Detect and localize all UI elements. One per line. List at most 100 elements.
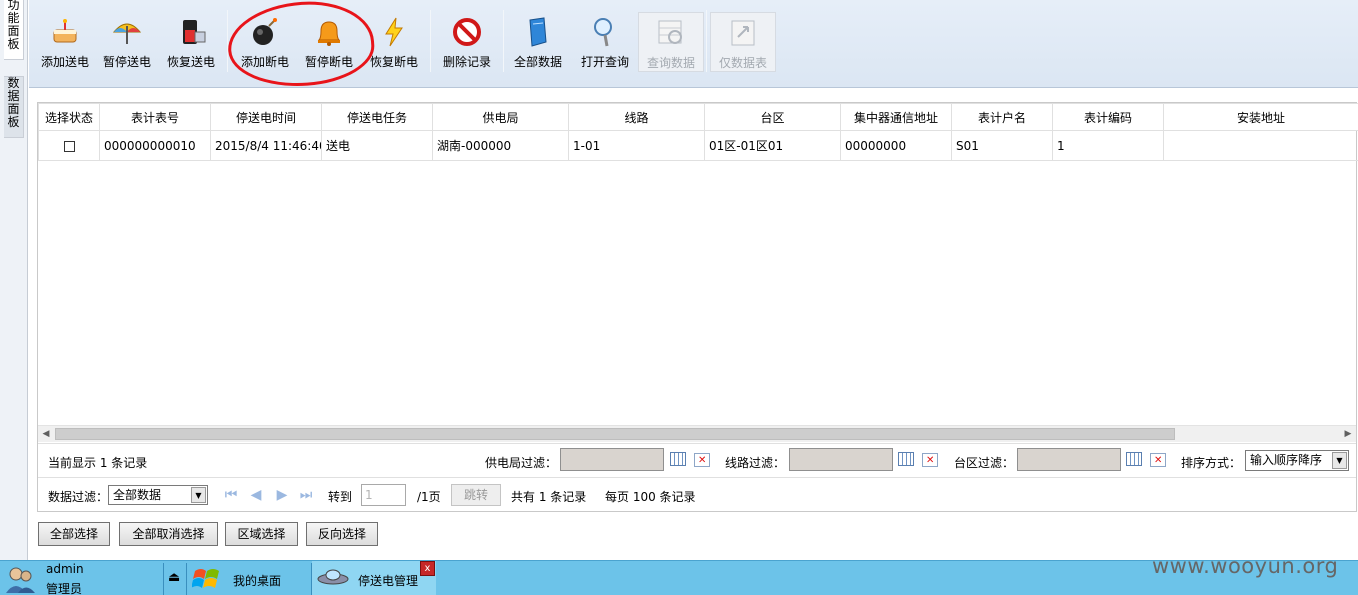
column-header[interactable]: 供电局 [432,103,569,131]
total-pages-text: /1页 [417,490,441,504]
select-all-button[interactable]: 全部选择 [38,522,110,546]
column-header[interactable]: 台区 [704,103,841,131]
table-cell: S01 [951,130,1053,161]
no-entry-icon [451,16,483,48]
add-power-cut-button[interactable]: 添加断电 [232,12,298,72]
tab-function-panel[interactable]: 功能面板 [4,0,24,60]
data-filter-label: 数据过滤： [48,490,109,504]
column-header[interactable]: 停送电任务 [321,103,433,131]
tab-data-panel[interactable]: 数据面板 [4,76,24,138]
scrollbar-thumb[interactable] [55,428,1175,440]
calendar-icon[interactable] [898,452,914,466]
first-page-icon[interactable]: ⏮ [223,487,239,503]
per-page-text: 每页 100 条记录 [605,490,696,504]
pause-power-supply-label: 暂停送电 [102,55,151,69]
clear-icon[interactable] [1150,453,1166,467]
calendar-icon[interactable] [670,452,686,466]
clear-icon[interactable] [694,453,710,467]
toolbar: 添加送电 暂停送电 恢复送电 添加断电 暂停断电 恢复断电 删除记录 全部数据 … [29,0,1358,88]
side-tab-strip: 功能面板 数据面板 [0,0,28,560]
data-filter-select[interactable]: 全部数据 ▼ [108,485,208,505]
invert-selection-button[interactable]: 反向选择 [306,522,378,546]
ufo-icon [317,569,349,585]
taskbar-divider [186,563,187,595]
column-header[interactable]: 安装地址 [1163,103,1358,131]
pause-power-cut-label: 暂停断电 [304,55,353,69]
table-cell: 湖南-000000 [432,130,569,161]
data-grid-panel: 选择状态 表计表号 停送电时间 停送电任务 供电局 线路 台区 集中器通信地址 … [37,102,1358,512]
chevron-down-icon: ▼ [1332,452,1347,469]
row-select-checkbox[interactable] [63,140,75,152]
column-header[interactable]: 表计表号 [99,103,211,131]
close-icon[interactable]: x [420,561,435,576]
eject-icon[interactable]: ⏏ [168,570,180,585]
calendar-icon[interactable] [1126,452,1142,466]
query-data-button[interactable]: 查询数据 [638,12,704,72]
cake-icon [49,16,81,48]
goto-label: 转到 [328,490,353,504]
column-header[interactable]: 停送电时间 [210,103,322,131]
column-header[interactable]: 线路 [568,103,705,131]
column-header[interactable]: 表计户名 [951,103,1053,131]
line-filter-input[interactable] [789,448,893,471]
sort-label: 排序方式： [1181,456,1242,470]
scroll-left-arrow-icon[interactable]: ◀ [40,428,52,440]
taskbar-power-management-label: 停送电管理 [358,574,419,588]
column-header[interactable]: 选择状态 [38,103,100,131]
next-page-icon[interactable]: ▶ [274,487,290,503]
lightning-icon [378,16,410,48]
pause-power-cut-button[interactable]: 暂停断电 [296,12,362,72]
horizontal-scrollbar[interactable]: ◀ ▶ [38,425,1356,442]
add-power-supply-label: 添加送电 [40,55,89,69]
taskbar-power-management[interactable]: 停送电管理 x [312,561,436,595]
previous-page-icon[interactable]: ◀ [248,487,264,503]
data-table: 选择状态 表计表号 停送电时间 停送电任务 供电局 线路 台区 集中器通信地址 … [38,103,1358,161]
resume-power-cut-button[interactable]: 恢复断电 [361,12,427,72]
sort-select-value: 输入顺序降序 [1250,453,1323,467]
watermark: www.wooyun.org [1152,554,1339,578]
bureau-filter-input[interactable] [560,448,664,471]
table-header-row: 选择状态 表计表号 停送电时间 停送电任务 供电局 线路 台区 集中器通信地址 … [38,103,1358,131]
scroll-right-arrow-icon[interactable]: ▶ [1342,428,1354,440]
row-select-cell [38,130,100,161]
add-power-supply-button[interactable]: 添加送电 [32,12,98,72]
sort-select[interactable]: 输入顺序降序 ▼ [1245,450,1349,471]
jump-button[interactable]: 跳转 [451,484,501,506]
username: admin [46,562,84,576]
toolbar-separator [503,10,504,72]
pager-bar: 数据过滤： 全部数据 ▼ ⏮ ◀ ▶ ⏭ 转到 1 /1页 跳转 共有 1 条记… [38,477,1356,512]
line-filter-label: 线路过滤： [725,456,786,470]
magnifier-icon [589,16,621,48]
toolbar-separator [227,10,228,72]
delete-record-button[interactable]: 删除记录 [434,12,500,72]
data-filter-select-value: 全部数据 [113,488,162,502]
resume-power-supply-button[interactable]: 恢复送电 [158,12,224,72]
chevron-down-icon: ▼ [191,487,206,503]
pause-power-supply-button[interactable]: 暂停送电 [94,12,160,72]
table-cell: 送电 [321,130,433,161]
user-avatar [4,561,40,595]
toolbar-separator [706,10,707,72]
clear-icon[interactable] [922,453,938,467]
table-cell: 1 [1052,130,1164,161]
area-select-button[interactable]: 区域选择 [225,522,298,546]
area-filter-label: 台区过滤： [954,456,1015,470]
add-power-cut-label: 添加断电 [240,55,289,69]
column-header[interactable]: 表计编码 [1052,103,1164,131]
battery-icon [175,16,207,48]
resume-power-supply-label: 恢复送电 [166,55,215,69]
tab-data-panel-label: 数据面板 [7,76,20,129]
bureau-filter-label: 供电局过滤： [485,456,558,470]
all-data-button[interactable]: 全部数据 [505,12,571,72]
page-number-input[interactable]: 1 [361,484,406,506]
table-row[interactable]: 000000000010 2015/8/4 11:46:40 送电 湖南-000… [38,130,1358,161]
open-query-button[interactable]: 打开查询 [572,12,638,72]
filter-bar: 当前显示 1 条记录 供电局过滤： 线路过滤： 台区过滤： 排序方式： 输入顺序… [38,443,1356,477]
data-table-icon [727,17,759,49]
column-header[interactable]: 集中器通信地址 [840,103,952,131]
last-page-icon[interactable]: ⏭ [298,487,314,503]
taskbar-my-desktop[interactable]: 我的桌面 [190,561,310,595]
deselect-all-button[interactable]: 全部取消选择 [119,522,218,546]
data-table-only-button[interactable]: 仅数据表 [710,12,776,72]
area-filter-input[interactable] [1017,448,1121,471]
